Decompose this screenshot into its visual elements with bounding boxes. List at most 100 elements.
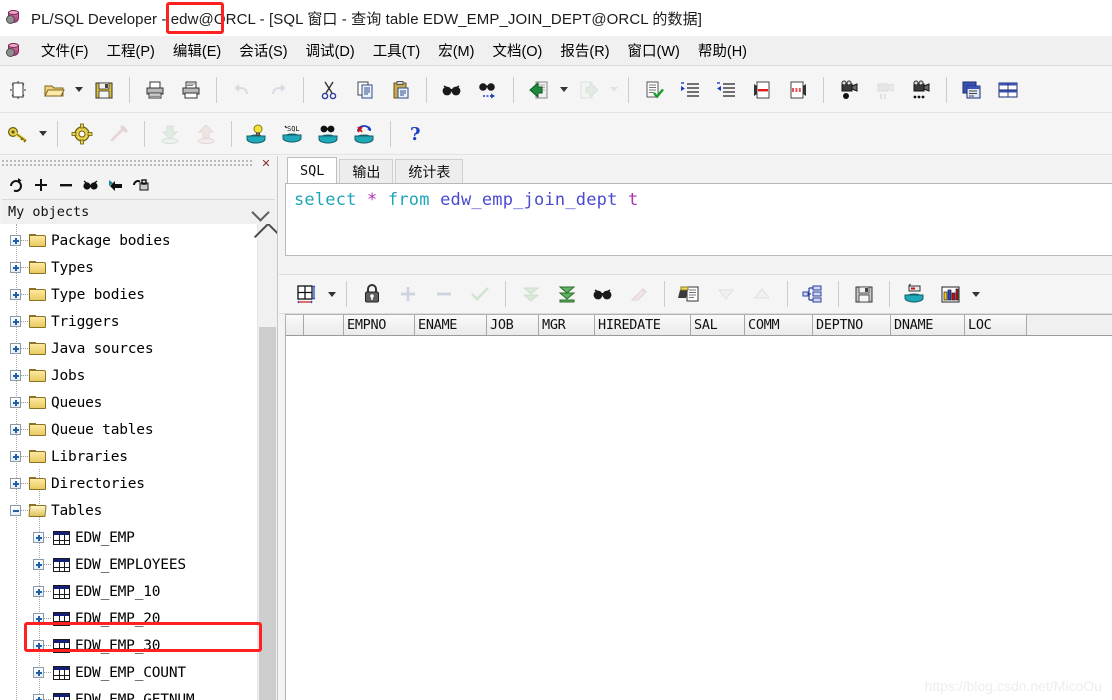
tree-node-queue-tables[interactable]: Queue tables <box>0 416 258 443</box>
tree-node-package-bodies[interactable]: Package bodies <box>0 227 258 254</box>
properties-icon[interactable] <box>130 174 152 196</box>
sql-execute-icon[interactable]: SQL <box>278 119 308 149</box>
save-icon[interactable] <box>89 75 119 105</box>
row-indicator-column[interactable] <box>286 315 304 335</box>
column-sal[interactable]: SAL <box>691 315 745 335</box>
play-macro-icon[interactable] <box>906 75 936 105</box>
tree-node-types[interactable]: Types <box>0 254 258 281</box>
fetch-last-page-icon[interactable] <box>552 279 582 309</box>
add-icon[interactable] <box>30 174 52 196</box>
rollback-icon[interactable] <box>350 119 380 149</box>
tree-node-edw-emp-30[interactable]: EDW_EMP_30 <box>0 632 258 659</box>
expand-icon[interactable] <box>10 343 21 354</box>
window-list-icon[interactable] <box>993 75 1023 105</box>
tab-output[interactable]: 输出 <box>339 159 394 183</box>
close-icon[interactable]: ✕ <box>259 158 273 170</box>
column-job[interactable]: JOB <box>487 315 539 335</box>
back-icon[interactable] <box>524 75 554 105</box>
hierarchy-icon[interactable] <box>798 279 828 309</box>
expand-icon[interactable] <box>33 586 44 597</box>
panel-drag-grip[interactable]: ✕ <box>0 156 277 172</box>
expand-icon[interactable] <box>10 262 21 273</box>
uncomment-icon[interactable] <box>783 75 813 105</box>
expand-icon[interactable] <box>10 370 21 381</box>
tree-node-edw-emp-getnum[interactable]: EDW_EMP_GETNUM <box>0 686 258 700</box>
export-save-icon[interactable] <box>849 279 879 309</box>
object-filter-combo[interactable]: My objects <box>2 199 275 225</box>
print-icon[interactable] <box>140 75 170 105</box>
record-macro-icon[interactable] <box>834 75 864 105</box>
column-deptno[interactable]: DEPTNO <box>813 315 891 335</box>
menu-item-macro[interactable]: 宏(M) <box>429 38 483 63</box>
expand-icon[interactable] <box>33 532 44 543</box>
result-grid[interactable]: EMPNO ENAME JOB MGR HIREDATE SAL COMM DE… <box>285 314 1112 700</box>
tree-node-edw-emp-10[interactable]: EDW_EMP_10 <box>0 578 258 605</box>
tree-node-java-sources[interactable]: Java sources <box>0 335 258 362</box>
menu-item-file[interactable]: 文件(F) <box>32 38 98 63</box>
outdent-icon[interactable] <box>711 75 741 105</box>
menu-item-session[interactable]: 会话(S) <box>230 38 296 63</box>
refresh-icon[interactable] <box>5 174 27 196</box>
chart-icon[interactable] <box>936 279 966 309</box>
check-syntax-icon[interactable] <box>639 75 669 105</box>
column-ename[interactable]: ENAME <box>415 315 487 335</box>
tree-node-edw-emp-20[interactable]: EDW_EMP_20 <box>0 605 258 632</box>
tree-node-edw-emp[interactable]: EDW_EMP <box>0 524 258 551</box>
copy-icon[interactable] <box>350 75 380 105</box>
menu-item-report[interactable]: 报告(R) <box>551 38 618 63</box>
help-icon[interactable]: ? <box>401 119 431 149</box>
menu-item-tools[interactable]: 工具(T) <box>364 38 430 63</box>
find-icon[interactable] <box>437 75 467 105</box>
find-in-grid-icon[interactable] <box>588 279 618 309</box>
tree-node-triggers[interactable]: Triggers <box>0 308 258 335</box>
tile-windows-icon[interactable] <box>957 75 987 105</box>
result-grid-body[interactable] <box>286 336 1112 700</box>
column-empno[interactable]: EMPNO <box>344 315 415 335</box>
scroll-up-button[interactable] <box>254 224 277 252</box>
chevron-down-icon[interactable] <box>251 203 270 222</box>
column-mgr[interactable]: MGR <box>539 315 595 335</box>
expand-icon[interactable] <box>10 478 21 489</box>
indent-icon[interactable] <box>675 75 705 105</box>
sql-insert-icon[interactable] <box>900 279 930 309</box>
collapse-icon[interactable] <box>10 505 21 516</box>
tree-node-libraries[interactable]: Libraries <box>0 443 258 470</box>
expand-icon[interactable] <box>33 559 44 570</box>
expand-icon[interactable] <box>33 640 44 651</box>
grid-layout-dropdown-arrow-icon[interactable] <box>325 279 339 309</box>
column-hiredate[interactable]: HIREDATE <box>595 315 691 335</box>
menu-item-project[interactable]: 工程(P) <box>98 38 164 63</box>
tree-node-type-bodies[interactable]: Type bodies <box>0 281 258 308</box>
expand-icon[interactable] <box>10 289 21 300</box>
row-number-column[interactable] <box>304 315 344 335</box>
cut-icon[interactable] <box>314 75 344 105</box>
tab-sql[interactable]: SQL <box>287 157 338 183</box>
expand-icon[interactable] <box>10 397 21 408</box>
logon-dropdown-arrow-icon[interactable] <box>36 119 50 149</box>
scrollbar-thumb[interactable] <box>259 327 276 700</box>
goto-icon[interactable] <box>105 174 127 196</box>
print-preview-icon[interactable] <box>176 75 206 105</box>
open-dropdown-arrow-icon[interactable] <box>72 75 86 105</box>
column-comm[interactable]: COMM <box>745 315 813 335</box>
tree-node-directories[interactable]: Directories <box>0 470 258 497</box>
copy-to-clipboard-icon[interactable] <box>675 279 705 309</box>
tree-node-tables[interactable]: Tables <box>0 497 258 524</box>
expand-icon[interactable] <box>33 694 44 700</box>
back-dropdown-arrow-icon[interactable] <box>557 75 571 105</box>
column-loc[interactable]: LOC <box>965 315 1027 335</box>
menu-item-edit[interactable]: 编辑(E) <box>164 38 230 63</box>
new-window-icon[interactable] <box>3 75 33 105</box>
menu-item-debug[interactable]: 调试(D) <box>297 38 364 63</box>
expand-icon[interactable] <box>10 424 21 435</box>
explain-plan-icon[interactable] <box>242 119 272 149</box>
chart-dropdown-arrow-icon[interactable] <box>969 279 983 309</box>
expand-icon[interactable] <box>10 316 21 327</box>
sql-editor[interactable]: select * from edw_emp_join_dept t <box>285 183 1112 256</box>
column-dname[interactable]: DNAME <box>891 315 965 335</box>
tree-node-queues[interactable]: Queues <box>0 389 258 416</box>
expand-icon[interactable] <box>33 613 44 624</box>
find-icon[interactable] <box>80 174 102 196</box>
logon-key-icon[interactable] <box>3 119 33 149</box>
expand-icon[interactable] <box>33 667 44 678</box>
